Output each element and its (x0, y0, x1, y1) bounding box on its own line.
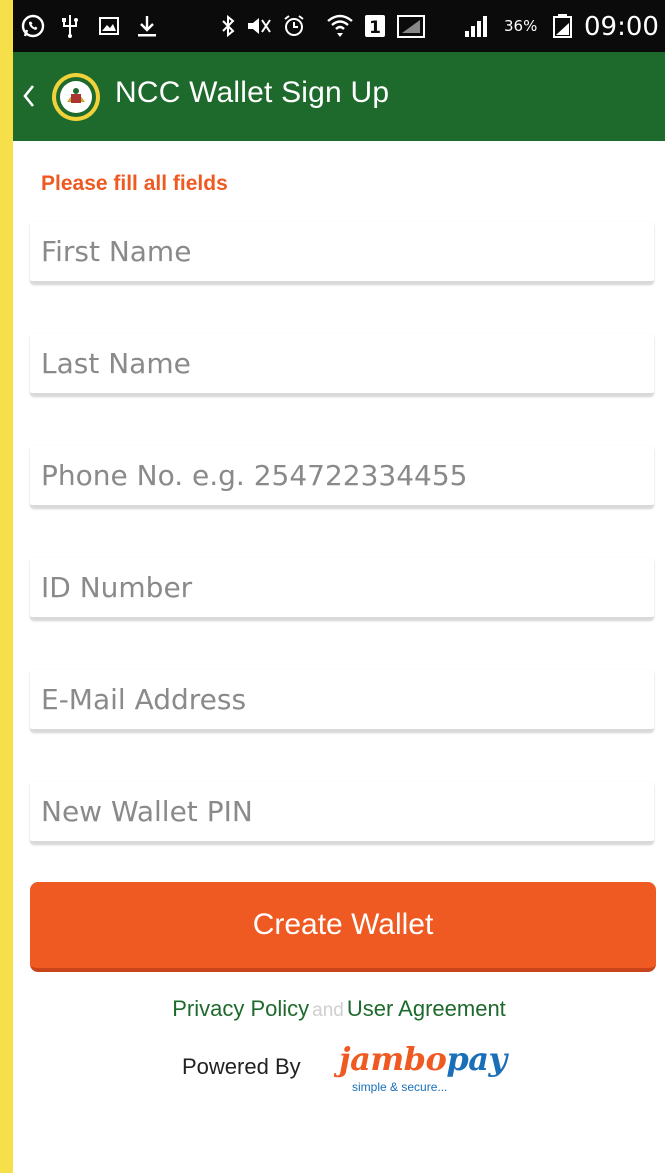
jambopay-wordmark: jambopay (339, 1040, 507, 1078)
usb-icon (59, 13, 81, 39)
wallet-pin-field[interactable] (30, 782, 654, 844)
page-title: NCC Wallet Sign Up (115, 76, 390, 109)
brand-tagline: simple & secure... (352, 1080, 448, 1094)
brand-pay: pay (446, 1040, 507, 1078)
create-wallet-button[interactable]: Create Wallet (30, 882, 656, 972)
user-agreement-link[interactable]: User Agreement (347, 996, 506, 1021)
id-number-field[interactable] (30, 558, 654, 620)
first-name-field[interactable] (30, 222, 654, 284)
brand-jambo: jambo (339, 1040, 447, 1078)
and-text: and (312, 1000, 344, 1021)
gallery-icon (97, 13, 121, 39)
alarm-icon (281, 13, 307, 39)
clock-time: 09:00 (584, 12, 659, 42)
app-bar: NCC Wallet Sign Up (13, 52, 665, 141)
bluetooth-icon (219, 13, 237, 39)
jambopay-logo: jambopay simple & secure... (339, 1040, 519, 1100)
battery-icon (549, 13, 575, 39)
email-field[interactable] (30, 670, 654, 732)
powered-by-label: Powered By (182, 1054, 301, 1079)
privacy-policy-link[interactable]: Privacy Policy (172, 996, 309, 1021)
county-logo-icon (51, 72, 101, 122)
last-name-field[interactable] (30, 334, 654, 396)
status-bar: 1 36% 09:00 (13, 0, 665, 52)
mute-icon (245, 13, 273, 39)
battery-percent: 36% (504, 17, 538, 35)
sim-icon: 1 (363, 13, 387, 39)
whatsapp-icon (19, 13, 47, 39)
wifi-icon (325, 13, 355, 39)
cell-signal-icon (461, 13, 491, 39)
download-icon (135, 13, 159, 39)
signal-icon (395, 13, 427, 39)
signup-screen: 1 36% 09:00 NCC Wallet Sign Up Please fi… (13, 0, 665, 1173)
validation-warning: Please fill all fields (41, 172, 228, 195)
chevron-left-icon[interactable] (21, 80, 37, 112)
sim-badge-number: 1 (369, 18, 381, 38)
phone-field[interactable] (30, 446, 654, 508)
legal-links: Privacy Policy and User Agreement (13, 996, 665, 1022)
